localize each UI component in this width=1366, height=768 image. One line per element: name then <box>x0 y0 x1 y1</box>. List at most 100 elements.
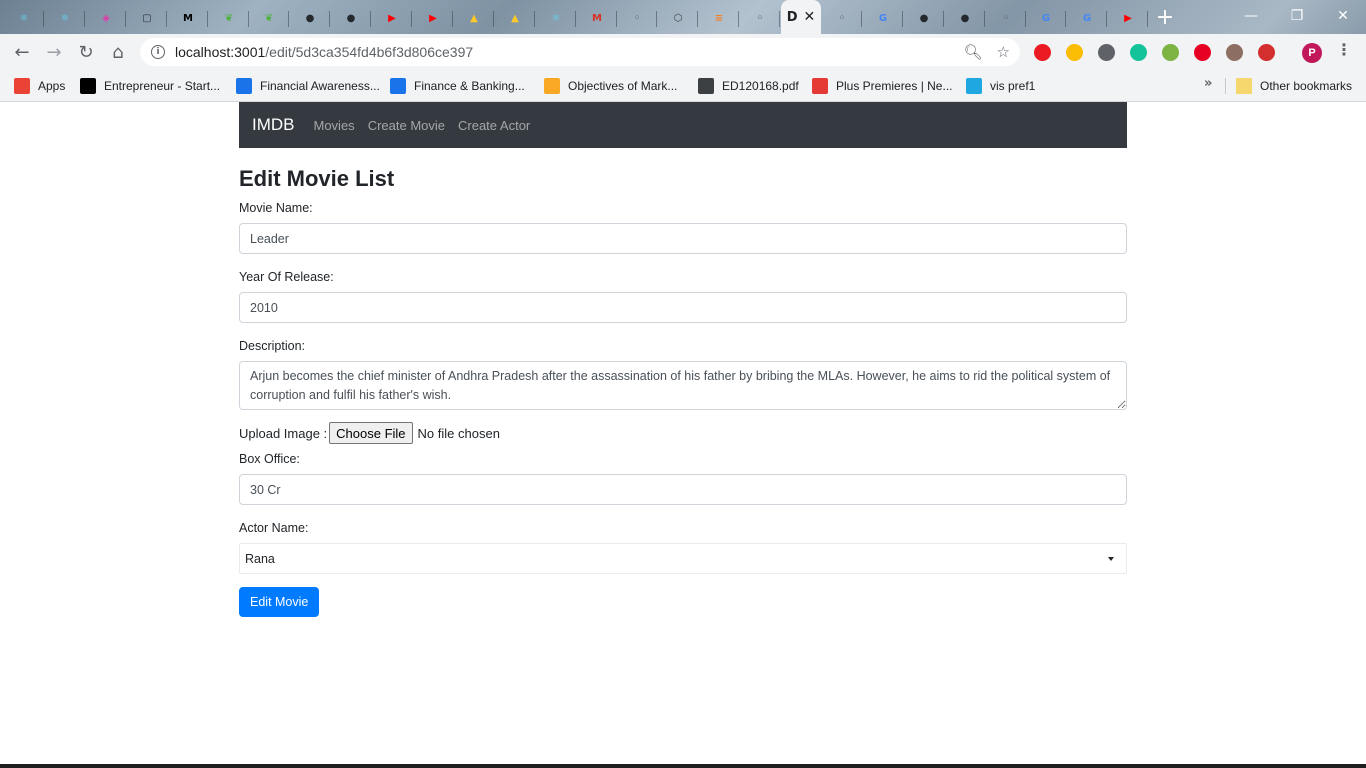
bookmark-item[interactable]: Finance & Banking... <box>390 76 525 96</box>
youtube-icon: ▶ <box>388 12 396 24</box>
back-arrow-icon[interactable]: ← <box>8 38 36 66</box>
extension-icon[interactable] <box>1162 44 1179 61</box>
youtube-icon: ▶ <box>1124 12 1132 24</box>
extension-icon[interactable] <box>1130 44 1147 61</box>
nav-link-movies[interactable]: Movies <box>314 118 355 133</box>
bookmark-label: ED120168.pdf <box>722 79 799 93</box>
tab-active-label: D <box>786 9 798 25</box>
bookmark-label: Plus Premieres | Ne... <box>836 79 953 93</box>
box-office-input[interactable] <box>239 474 1127 505</box>
github-icon: ● <box>919 12 929 24</box>
browser-tab[interactable]: ⚛ <box>4 2 44 34</box>
bookmark-item[interactable]: Objectives of Mark... <box>544 76 677 96</box>
taskbar-edge <box>0 764 1366 768</box>
actor-select[interactable]: Rana <box>239 543 1127 574</box>
profile-avatar[interactable]: P <box>1302 43 1322 63</box>
browser-tab[interactable]: G <box>1067 2 1107 34</box>
new-tab-button[interactable]: + <box>1152 4 1178 30</box>
address-bar[interactable]: i localhost:3001/edit/5d3ca354fd4b6f3d80… <box>140 38 1020 66</box>
bookmarks-overflow-icon[interactable]: » <box>1204 76 1212 91</box>
other-bookmarks-folder[interactable]: Other bookmarks <box>1236 76 1352 96</box>
browser-tab[interactable]: ⬡ <box>658 2 698 34</box>
bookmark-item[interactable]: Financial Awareness... <box>236 76 380 96</box>
choose-file-button[interactable]: Choose File <box>329 422 413 444</box>
bookmark-item[interactable]: Apps <box>14 76 65 96</box>
bookmark-site-icon <box>544 78 560 94</box>
browser-menu-icon[interactable]: ⋮ <box>1336 40 1352 59</box>
browser-tab[interactable]: ◦ <box>740 2 780 34</box>
star-bookmark-icon[interactable]: ☆ <box>997 43 1010 61</box>
browser-tab[interactable]: ▶ <box>1108 2 1148 34</box>
tab-icon: ◦ <box>1002 12 1010 24</box>
browser-tab[interactable]: ▶ <box>413 2 453 34</box>
browser-tab[interactable]: G <box>863 2 903 34</box>
medium-icon: M <box>183 12 193 24</box>
navbar-brand[interactable]: IMDB <box>252 115 295 135</box>
mongodb-icon: ❦ <box>264 12 274 24</box>
movie-name-input[interactable] <box>239 223 1127 254</box>
browser-tab[interactable]: G <box>1026 2 1066 34</box>
browser-tab[interactable]: M <box>168 2 208 34</box>
extension-icon[interactable] <box>1258 44 1275 61</box>
zoom-icon[interactable]: 🔍︎ <box>964 43 983 61</box>
app-navbar: IMDB Movies Create Movie Create Actor <box>239 102 1127 148</box>
url-host: localhost:3001 <box>175 44 266 60</box>
browser-tab[interactable]: ● <box>945 2 985 34</box>
tab-separator <box>575 11 576 27</box>
tab-separator <box>288 11 289 27</box>
description-label: Description: <box>239 339 305 353</box>
nav-link-create-movie[interactable]: Create Movie <box>368 118 445 133</box>
browser-tab[interactable]: ◈ <box>86 2 126 34</box>
restore-icon[interactable]: ❐ <box>1274 0 1320 32</box>
browser-tab[interactable]: ❦ <box>249 2 289 34</box>
browser-tab[interactable]: ❦ <box>209 2 249 34</box>
extension-icon[interactable] <box>1226 44 1243 61</box>
bookmark-item[interactable]: Plus Premieres | Ne... <box>812 76 952 96</box>
google-icon: G <box>878 12 888 24</box>
bookmark-item[interactable]: Entrepreneur - Start... <box>80 76 220 96</box>
browser-tab[interactable]: ◦ <box>617 2 657 34</box>
upload-image-row: Upload Image : Choose File No file chose… <box>239 422 1127 444</box>
browser-tab[interactable]: ▶ <box>372 2 412 34</box>
site-info-icon[interactable]: i <box>151 45 165 59</box>
close-window-icon[interactable]: ✕ <box>1320 0 1366 32</box>
browser-tab[interactable]: M <box>577 2 617 34</box>
actor-selected-value: Rana <box>245 551 275 566</box>
extension-icon[interactable] <box>1194 44 1211 61</box>
browser-tab[interactable]: ≡ <box>699 2 739 34</box>
browser-tab[interactable]: ● <box>331 2 371 34</box>
bookmark-item[interactable]: vis pref1 <box>966 76 1035 96</box>
apps-grid-icon <box>14 78 30 94</box>
year-input[interactable] <box>239 292 1127 323</box>
browser-tab[interactable]: ▲ <box>495 2 535 34</box>
page-title: Edit Movie List <box>239 166 395 191</box>
extension-icon[interactable] <box>1066 44 1083 61</box>
forward-arrow-icon[interactable]: → <box>40 38 68 66</box>
edit-movie-form: Edit Movie List Movie Name: Year Of Rele… <box>239 166 1127 617</box>
browser-tab[interactable]: ⚛ <box>536 2 576 34</box>
bookmark-item[interactable]: ED120168.pdf <box>698 76 799 96</box>
home-icon[interactable]: ⌂ <box>104 38 132 66</box>
extension-icon[interactable] <box>1034 44 1051 61</box>
minimize-icon[interactable]: — <box>1228 0 1274 32</box>
extension-icon[interactable] <box>1098 44 1115 61</box>
browser-tab[interactable]: ◦ <box>822 2 862 34</box>
edit-movie-button[interactable]: Edit Movie <box>239 587 320 617</box>
bookmark-label: Entrepreneur - Start... <box>104 79 221 93</box>
dropdown-caret-icon <box>1108 556 1114 561</box>
nav-link-create-actor[interactable]: Create Actor <box>458 118 530 133</box>
bookmark-label: Finance & Banking... <box>414 79 525 93</box>
bookmarks-bar: » Other bookmarks Apps Entrepreneur - Sta… <box>0 70 1366 102</box>
browser-tab[interactable]: ⚛ <box>45 2 85 34</box>
browser-tab[interactable]: ◦ <box>986 2 1026 34</box>
bookmark-label: Financial Awareness... <box>260 79 380 93</box>
tab-close-icon[interactable]: ✕ <box>804 9 816 25</box>
browser-tab[interactable]: ● <box>290 2 330 34</box>
reload-icon[interactable]: ↻ <box>72 38 100 66</box>
browser-tab[interactable]: ▢ <box>127 2 167 34</box>
description-textarea[interactable]: Arjun becomes the chief minister of Andh… <box>239 361 1127 410</box>
browser-tab[interactable]: ● <box>904 2 944 34</box>
actor-name-label: Actor Name: <box>239 521 309 535</box>
tab-active[interactable]: D ✕ <box>781 0 821 34</box>
browser-tab[interactable]: ▲ <box>454 2 494 34</box>
